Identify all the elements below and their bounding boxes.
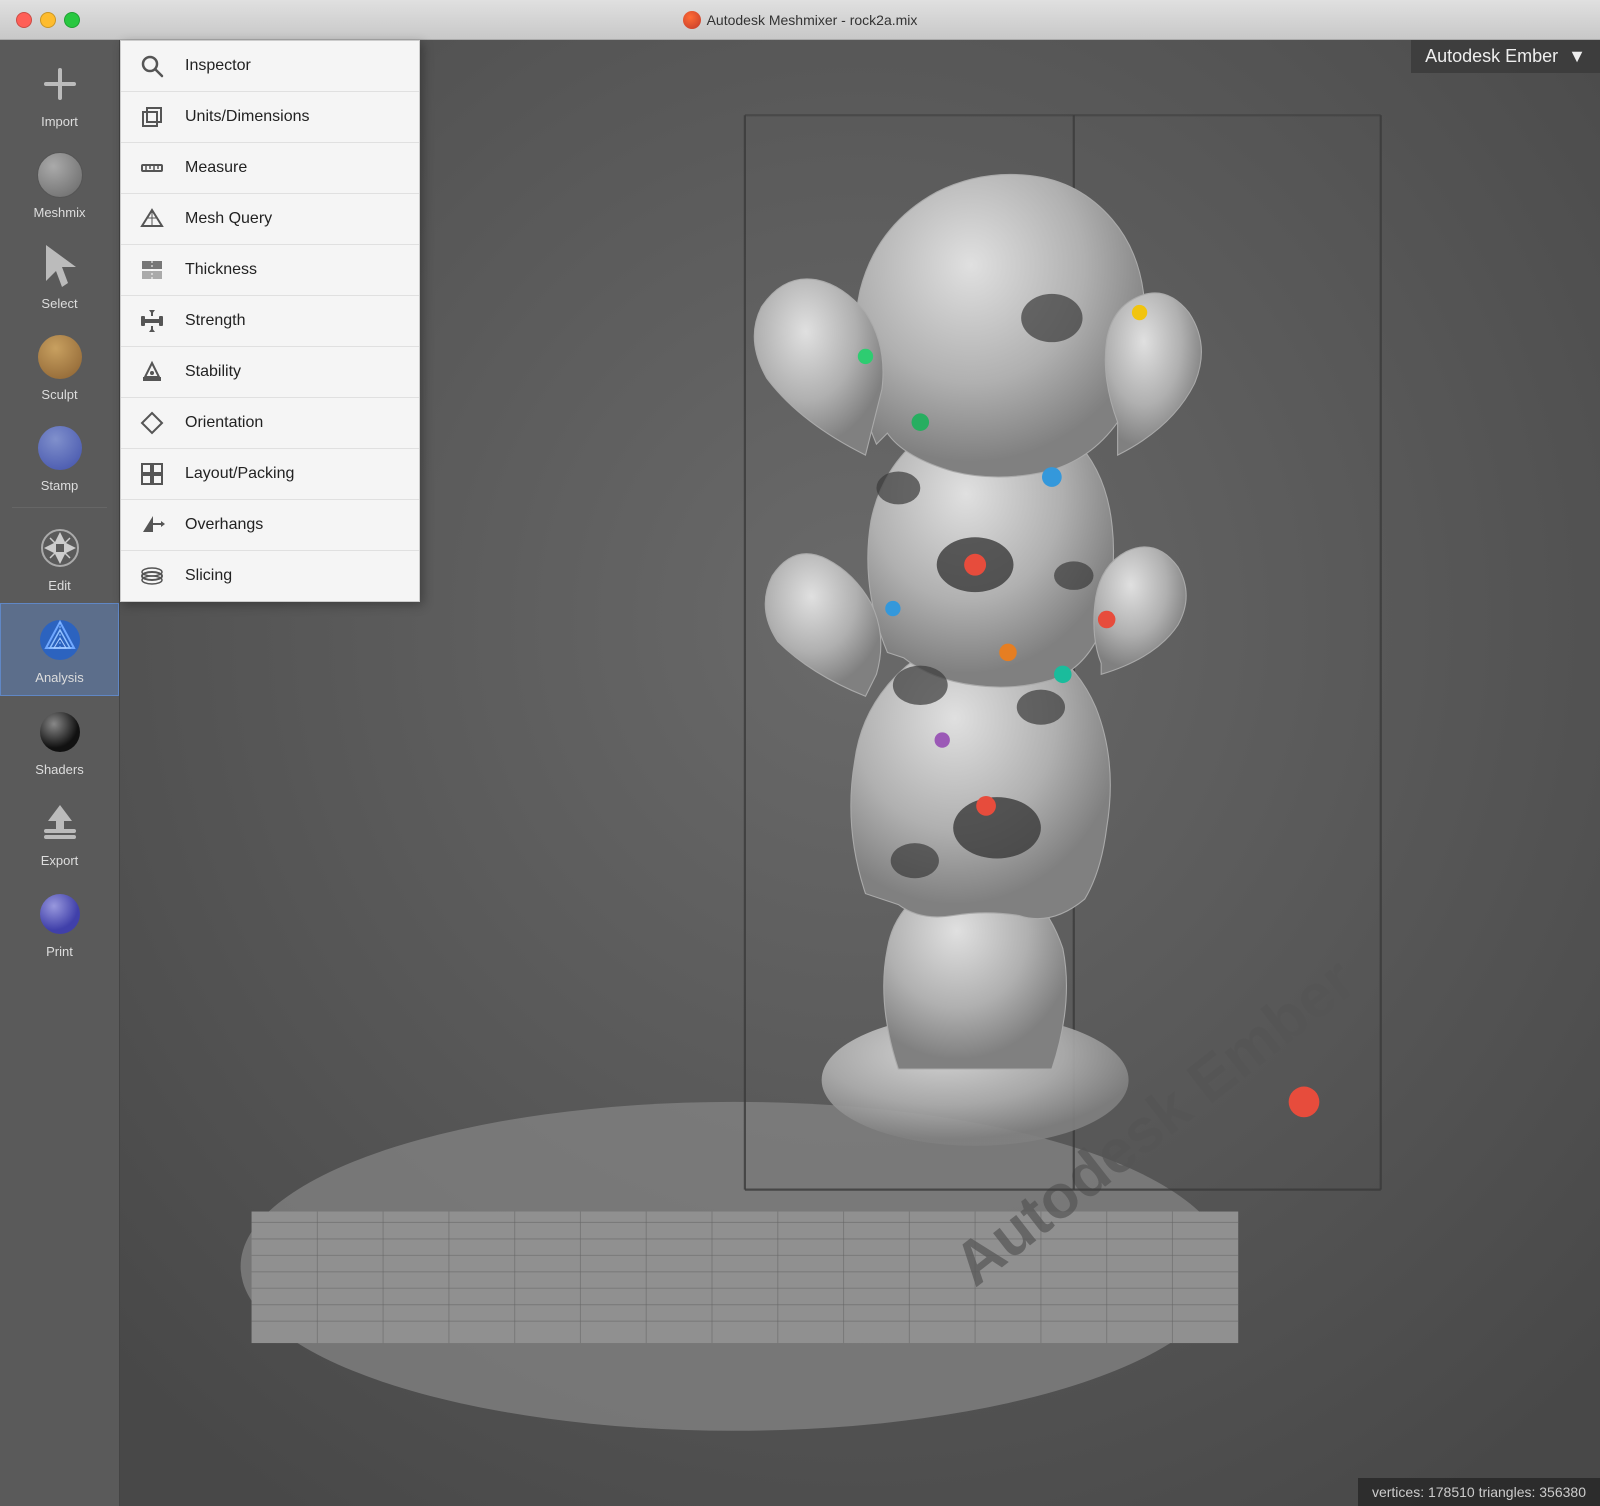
analysis-item-layout-packing[interactable]: Layout/Packing	[121, 449, 419, 500]
sidebar-item-analysis[interactable]: Analysis	[0, 603, 119, 696]
analysis-item-units-dimensions[interactable]: Units/Dimensions	[121, 92, 419, 143]
title-label: Autodesk Meshmixer - rock2a.mix	[707, 12, 918, 28]
overhangs-label: Overhangs	[185, 516, 263, 534]
viewport-header: Autodesk Ember ▼	[1411, 40, 1600, 73]
sidebar-item-import[interactable]: Import	[0, 48, 119, 139]
analysis-item-inspector[interactable]: Inspector	[121, 41, 419, 92]
mesh-query-label: Mesh Query	[185, 210, 272, 228]
sidebar: Import Meshmix Select Sculpt	[0, 40, 120, 1506]
diamond-icon	[137, 408, 167, 438]
sidebar-label-shaders: Shaders	[35, 762, 83, 777]
meshmix-icon	[34, 149, 86, 201]
plus-icon	[34, 58, 86, 110]
sidebar-label-export: Export	[41, 853, 79, 868]
inspector-label: Inspector	[185, 57, 251, 75]
sidebar-label-select: Select	[41, 296, 77, 311]
sidebar-item-meshmix[interactable]: Meshmix	[0, 139, 119, 230]
thickness-icon	[137, 255, 167, 285]
sidebar-label-stamp: Stamp	[41, 478, 79, 493]
window-title: Autodesk Meshmixer - rock2a.mix	[683, 11, 918, 29]
layout-icon	[137, 459, 167, 489]
sidebar-label-edit: Edit	[48, 578, 70, 593]
ruler-icon	[137, 153, 167, 183]
stability-icon	[137, 357, 167, 387]
slicing-icon	[137, 561, 167, 591]
sidebar-item-export[interactable]: Export	[0, 787, 119, 878]
thickness-label: Thickness	[185, 261, 257, 279]
analysis-item-strength[interactable]: Strength	[121, 296, 419, 347]
search-icon	[137, 51, 167, 81]
strength-icon	[137, 306, 167, 336]
status-text: vertices: 178510 triangles: 356380	[1372, 1484, 1586, 1500]
analysis-item-orientation[interactable]: Orientation	[121, 398, 419, 449]
sidebar-item-select[interactable]: Select	[0, 230, 119, 321]
edit-icon	[34, 522, 86, 574]
main-container: Import Meshmix Select Sculpt	[0, 40, 1600, 1506]
app-icon	[683, 11, 701, 29]
close-button[interactable]	[16, 12, 32, 28]
sculpt-icon	[34, 331, 86, 383]
analysis-item-slicing[interactable]: Slicing	[121, 551, 419, 601]
sidebar-divider-1	[12, 507, 107, 508]
sidebar-item-stamp[interactable]: Stamp	[0, 412, 119, 503]
viewport-dropdown-arrow[interactable]: ▼	[1568, 46, 1586, 67]
sidebar-label-print: Print	[46, 944, 73, 959]
analysis-item-overhangs[interactable]: Overhangs	[121, 500, 419, 551]
stamp-icon	[34, 422, 86, 474]
print-icon	[34, 888, 86, 940]
sidebar-item-print[interactable]: Print	[0, 878, 119, 969]
analysis-item-measure[interactable]: Measure	[121, 143, 419, 194]
overhangs-icon	[137, 510, 167, 540]
viewport-title: Autodesk Ember	[1425, 46, 1558, 67]
export-icon	[34, 797, 86, 849]
cube-icon	[137, 102, 167, 132]
sidebar-label-analysis: Analysis	[35, 670, 83, 685]
window-controls	[16, 12, 80, 28]
slicing-label: Slicing	[185, 567, 232, 585]
sidebar-item-sculpt[interactable]: Sculpt	[0, 321, 119, 412]
stability-label: Stability	[185, 363, 241, 381]
analysis-icon	[34, 614, 86, 666]
sidebar-label-sculpt: Sculpt	[41, 387, 77, 402]
analysis-panel: Inspector Units/Dimensions	[120, 40, 420, 602]
sidebar-label-import: Import	[41, 114, 78, 129]
minimize-button[interactable]	[40, 12, 56, 28]
orientation-label: Orientation	[185, 414, 263, 432]
sidebar-item-shaders[interactable]: Shaders	[0, 696, 119, 787]
strength-label: Strength	[185, 312, 245, 330]
title-bar: Autodesk Meshmixer - rock2a.mix	[0, 0, 1600, 40]
sidebar-item-edit[interactable]: Edit	[0, 512, 119, 603]
units-dimensions-label: Units/Dimensions	[185, 108, 309, 126]
layout-packing-label: Layout/Packing	[185, 465, 294, 483]
sidebar-label-meshmix: Meshmix	[33, 205, 85, 220]
analysis-item-stability[interactable]: Stability	[121, 347, 419, 398]
analysis-item-mesh-query[interactable]: Mesh Query	[121, 194, 419, 245]
analysis-item-thickness[interactable]: Thickness	[121, 245, 419, 296]
maximize-button[interactable]	[64, 12, 80, 28]
status-bar: vertices: 178510 triangles: 356380	[1358, 1478, 1600, 1506]
triangle-icon	[137, 204, 167, 234]
measure-label: Measure	[185, 159, 247, 177]
select-arrow-icon	[34, 240, 86, 292]
shaders-icon	[34, 706, 86, 758]
